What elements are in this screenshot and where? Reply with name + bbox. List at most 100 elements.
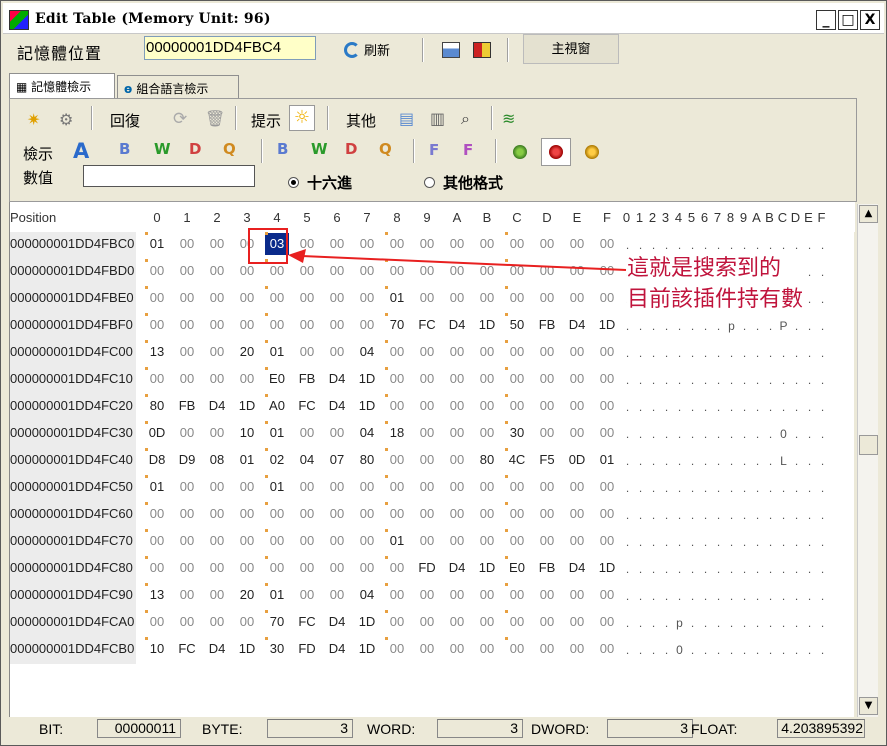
byte-cell[interactable]: 00 <box>292 502 322 525</box>
byte-cell[interactable]: 00 <box>562 529 592 552</box>
orange-dot-icon[interactable] <box>585 145 599 159</box>
hint-button[interactable]: 提示 <box>251 110 281 131</box>
byte-cell[interactable]: 20 <box>232 340 262 363</box>
byte-cell[interactable]: 00 <box>412 421 442 444</box>
byte-cell[interactable]: 00 <box>262 529 292 552</box>
scroll-down-icon[interactable]: ▼ <box>859 697 878 715</box>
byte-cell[interactable]: 00 <box>142 610 172 633</box>
byte-cell[interactable]: 00 <box>232 286 262 309</box>
byte-cell[interactable]: 50 <box>502 313 532 336</box>
byte-cell[interactable]: 00 <box>592 475 622 498</box>
byte-cell[interactable]: 1D <box>352 637 382 660</box>
byte-cell[interactable]: 01 <box>262 421 292 444</box>
float32-icon[interactable]: F <box>429 141 447 159</box>
byte-cell[interactable]: 00 <box>382 448 412 471</box>
byte-cell[interactable]: 00 <box>502 610 532 633</box>
maximize-button[interactable]: □ <box>838 10 858 30</box>
byte-cell[interactable]: 00 <box>472 637 502 660</box>
byte-cell[interactable]: 10 <box>232 421 262 444</box>
window-icon[interactable] <box>442 42 460 58</box>
scroll-thumb[interactable] <box>859 435 878 455</box>
byte-cell[interactable]: 01 <box>262 340 292 363</box>
byte-cell[interactable]: 1D <box>472 556 502 579</box>
byte-cell[interactable]: 00 <box>442 394 472 417</box>
byte-cell[interactable]: 00 <box>202 232 232 255</box>
byte-cell[interactable]: 00 <box>472 394 502 417</box>
byte-cell[interactable]: 00 <box>502 367 532 390</box>
float64-icon[interactable]: F <box>463 141 481 159</box>
byte-cell[interactable]: 00 <box>412 448 442 471</box>
byte-cell[interactable]: 00 <box>532 394 562 417</box>
byte-cell[interactable]: 00 <box>202 610 232 633</box>
byte-cell[interactable]: 00 <box>202 502 232 525</box>
byte-cell[interactable]: 00 <box>442 637 472 660</box>
byte-cell[interactable]: 00 <box>502 502 532 525</box>
byte-cell[interactable]: 00 <box>322 556 352 579</box>
byte-cell[interactable]: 00 <box>352 529 382 552</box>
byte-cell[interactable]: 00 <box>502 583 532 606</box>
byte-cell[interactable]: 00 <box>382 637 412 660</box>
byte-cell[interactable]: 00 <box>592 610 622 633</box>
byte-cell[interactable]: 00 <box>442 286 472 309</box>
byte-cell[interactable]: 00 <box>532 610 562 633</box>
byte-cell[interactable]: 00 <box>502 286 532 309</box>
byte-cell[interactable]: 00 <box>472 421 502 444</box>
radio-other-format[interactable]: 其他格式 <box>424 172 503 193</box>
byte-cell[interactable]: 01 <box>262 475 292 498</box>
byte-cell[interactable]: 00 <box>292 313 322 336</box>
byte-cell[interactable]: 00 <box>592 340 622 363</box>
new-icon[interactable]: ✷ <box>27 110 45 129</box>
dec-qword-icon[interactable]: Q <box>223 140 241 158</box>
byte-cell[interactable]: 00 <box>562 286 592 309</box>
byte-cell[interactable]: 00 <box>232 313 262 336</box>
byte-cell[interactable]: 00 <box>382 556 412 579</box>
byte-cell[interactable]: D4 <box>442 556 472 579</box>
byte-cell[interactable]: 13 <box>142 583 172 606</box>
byte-cell[interactable]: 00 <box>202 556 232 579</box>
byte-cell[interactable]: 00 <box>172 313 202 336</box>
hex-qword-icon[interactable]: Q <box>379 140 397 158</box>
byte-cell[interactable]: 00 <box>442 502 472 525</box>
byte-cell[interactable]: 00 <box>412 475 442 498</box>
byte-cell[interactable]: 00 <box>562 421 592 444</box>
byte-cell[interactable]: 00 <box>202 340 232 363</box>
byte-cell[interactable]: 00 <box>472 340 502 363</box>
byte-cell[interactable]: 00 <box>172 610 202 633</box>
byte-cell[interactable]: 00 <box>172 259 202 282</box>
byte-cell[interactable]: 00 <box>172 286 202 309</box>
byte-cell[interactable]: 00 <box>292 421 322 444</box>
byte-cell[interactable]: 04 <box>352 340 382 363</box>
byte-cell[interactable]: 00 <box>592 394 622 417</box>
book-icon[interactable] <box>473 42 491 58</box>
byte-cell[interactable]: 00 <box>142 556 172 579</box>
byte-cell[interactable]: 0D <box>562 448 592 471</box>
value-input[interactable] <box>83 165 255 187</box>
byte-cell[interactable]: 00 <box>442 367 472 390</box>
byte-cell[interactable]: 00 <box>562 610 592 633</box>
byte-cell[interactable]: 00 <box>322 583 352 606</box>
hex-byte-icon[interactable]: B <box>277 140 295 158</box>
other-button[interactable]: 其他 <box>346 110 376 131</box>
byte-cell[interactable]: 00 <box>382 610 412 633</box>
byte-cell[interactable]: 00 <box>592 502 622 525</box>
byte-cell[interactable]: 00 <box>322 421 352 444</box>
byte-cell[interactable]: 00 <box>502 637 532 660</box>
byte-cell[interactable]: 1D <box>592 313 622 336</box>
byte-cell[interactable]: 00 <box>202 529 232 552</box>
byte-cell[interactable]: 00 <box>292 475 322 498</box>
byte-cell[interactable]: E0 <box>262 367 292 390</box>
byte-cell[interactable]: 1D <box>352 367 382 390</box>
byte-cell[interactable]: 00 <box>442 340 472 363</box>
byte-cell[interactable]: 00 <box>382 394 412 417</box>
byte-cell[interactable]: 00 <box>172 583 202 606</box>
byte-cell[interactable]: 00 <box>412 502 442 525</box>
byte-cell[interactable]: 00 <box>232 502 262 525</box>
byte-cell[interactable]: 01 <box>142 232 172 255</box>
byte-cell[interactable]: 00 <box>472 502 502 525</box>
byte-cell[interactable]: 0D <box>142 421 172 444</box>
byte-cell[interactable]: FD <box>292 637 322 660</box>
hex-dword-icon[interactable]: D <box>345 140 363 158</box>
dec-byte-icon[interactable]: B <box>119 140 137 158</box>
byte-cell[interactable]: 4C <box>502 448 532 471</box>
byte-cell[interactable]: 00 <box>322 340 352 363</box>
